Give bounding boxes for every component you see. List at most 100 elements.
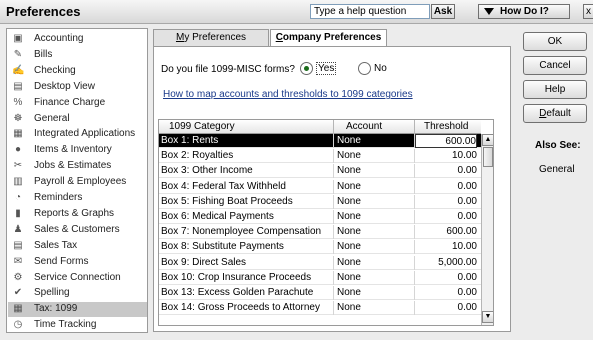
sidebar-item-reports-graphs[interactable]: ▮ Reports & Graphs bbox=[8, 207, 147, 222]
window-title: Preferences bbox=[6, 4, 81, 19]
table-row[interactable]: Box 9: Direct Sales None 5,000.00 bbox=[159, 255, 481, 270]
sidebar-item-sales-tax[interactable]: ▤ Sales Tax bbox=[8, 239, 147, 254]
cell-category[interactable]: Box 4: Federal Tax Withheld bbox=[159, 179, 334, 194]
cell-account[interactable]: None bbox=[334, 179, 415, 194]
cell-threshold[interactable]: 600.00 bbox=[415, 134, 477, 148]
finance-charge-icon: % bbox=[13, 96, 23, 108]
also-see-general-link[interactable]: General bbox=[539, 164, 575, 175]
sidebar-item-label: Accounting bbox=[34, 33, 84, 44]
map-accounts-link[interactable]: How to map accounts and thresholds to 10… bbox=[163, 89, 413, 100]
sidebar-item-label: Service Connection bbox=[34, 271, 121, 283]
sidebar-item-bills[interactable]: ✎ Bills bbox=[8, 48, 147, 63]
cell-category[interactable]: Box 2: Royalties bbox=[159, 149, 334, 164]
cell-category[interactable]: Box 13: Excess Golden Parachute bbox=[159, 286, 334, 300]
help-question-input[interactable]: Type a help question bbox=[310, 4, 430, 19]
sidebar-item-tax-1099[interactable]: ▦ Tax: 1099 bbox=[8, 302, 147, 318]
scroll-down-icon[interactable]: ▼ bbox=[482, 311, 493, 323]
table-row[interactable]: Box 5: Fishing Boat Proceeds None 0.00 bbox=[159, 194, 481, 209]
cell-account[interactable]: None bbox=[334, 286, 415, 300]
cell-threshold[interactable]: 600.00 bbox=[415, 225, 477, 239]
cell-account[interactable]: None bbox=[334, 240, 415, 255]
cell-category[interactable]: Box 7: Nonemployee Compensation bbox=[159, 225, 334, 240]
cell-account[interactable]: None bbox=[334, 225, 415, 240]
cell-threshold[interactable]: 0.00 bbox=[415, 210, 477, 224]
sidebar-item-general[interactable]: ☸ General bbox=[8, 112, 147, 127]
table-row[interactable]: Box 7: Nonemployee Compensation None 600.0… bbox=[159, 225, 481, 240]
cell-account[interactable]: None bbox=[334, 255, 415, 270]
cell-category[interactable]: Box 1: Rents bbox=[159, 134, 334, 148]
sidebar-item-finance-charge[interactable]: % Finance Charge bbox=[8, 96, 147, 111]
sidebar-item-send-forms[interactable]: ✉ Send Forms bbox=[8, 255, 147, 270]
sidebar-item-label: Reports & Graphs bbox=[34, 207, 115, 219]
cell-category[interactable]: Box 10: Crop Insurance Proceeds bbox=[159, 270, 334, 285]
table-row[interactable]: Box 2: Royalties None 10.00 bbox=[159, 149, 481, 164]
cell-category[interactable]: Box 14: Gross Proceeds to Attorney bbox=[159, 301, 334, 316]
reports-graphs-icon: ▮ bbox=[15, 207, 21, 219]
sidebar-item-desktop-view[interactable]: ▤ Desktop View bbox=[8, 80, 147, 95]
table-row[interactable]: Box 13: Excess Golden Parachute None 0.00 bbox=[159, 286, 481, 300]
table-scrollbar[interactable]: ▲ ▼ bbox=[481, 134, 493, 325]
sidebar-item-items-inventory[interactable]: ● Items & Inventory bbox=[8, 143, 147, 158]
1099-category-table: 1099 Category Account Threshold Box 1: R… bbox=[158, 119, 494, 326]
sidebar-item-checking[interactable]: ✍ Checking bbox=[8, 64, 147, 79]
sidebar-item-service-connection[interactable]: ⚙ Service Connection bbox=[8, 271, 147, 286]
cell-threshold[interactable]: 0.00 bbox=[415, 286, 477, 300]
cell-account[interactable]: None bbox=[334, 210, 415, 224]
sidebar-item-spelling[interactable]: ✔ Spelling bbox=[8, 286, 147, 301]
cell-category[interactable]: Box 5: Fishing Boat Proceeds bbox=[159, 194, 334, 209]
sidebar-item-time-tracking[interactable]: ◷ Time Tracking bbox=[8, 318, 147, 332]
how-do-i-label: How Do I? bbox=[500, 6, 549, 17]
cell-account[interactable]: None bbox=[334, 134, 415, 148]
how-do-i-button[interactable]: How Do I? bbox=[478, 4, 570, 19]
sidebar-item-accounting[interactable]: ▣ Accounting bbox=[8, 32, 147, 47]
header-account[interactable]: Account bbox=[334, 120, 415, 134]
title-bar: Preferences Type a help question Ask How… bbox=[0, 0, 593, 24]
cell-category[interactable]: Box 8: Substitute Payments bbox=[159, 240, 334, 255]
scroll-up-icon[interactable]: ▲ bbox=[482, 134, 493, 146]
sidebar-item-label: Reminders bbox=[34, 192, 83, 203]
sidebar-item-reminders[interactable]: ◔ Reminders bbox=[8, 191, 147, 206]
cell-threshold[interactable]: 0.00 bbox=[415, 301, 477, 315]
header-threshold[interactable]: Threshold bbox=[415, 120, 481, 134]
cell-account[interactable]: None bbox=[334, 270, 415, 285]
cell-threshold[interactable]: 0.00 bbox=[415, 195, 477, 209]
ok-button[interactable]: OK bbox=[523, 32, 587, 51]
ask-button[interactable]: Ask bbox=[431, 4, 455, 19]
default-button[interactable]: Default bbox=[523, 104, 587, 123]
cell-category[interactable]: Box 9: Direct Sales bbox=[159, 255, 334, 270]
sidebar-item-label: Payroll & Employees bbox=[34, 176, 127, 188]
cell-threshold[interactable]: 5,000.00 bbox=[415, 256, 477, 270]
table-row[interactable]: Box 1: Rents None 600.00 bbox=[159, 134, 481, 148]
cell-threshold[interactable]: 10.00 bbox=[415, 149, 477, 163]
table-row[interactable]: Box 4: Federal Tax Withheld None 0.00 bbox=[159, 179, 481, 194]
sidebar-item-payroll-employees[interactable]: ▥ Payroll & Employees bbox=[8, 175, 147, 190]
table-row[interactable]: Box 14: Gross Proceeds to Attorney None 0.… bbox=[159, 301, 481, 316]
sidebar-item-integrated-applications[interactable]: ▦ Integrated Applications bbox=[8, 127, 147, 142]
help-button[interactable]: Help bbox=[523, 80, 587, 99]
cell-account[interactable]: None bbox=[334, 301, 415, 316]
table-row[interactable]: Box 8: Substitute Payments None 10.00 bbox=[159, 240, 481, 255]
cell-threshold[interactable]: 0.00 bbox=[415, 164, 477, 178]
cell-category[interactable]: Box 3: Other Income bbox=[159, 164, 334, 179]
table-row[interactable]: Box 6: Medical Payments None 0.00 bbox=[159, 210, 481, 224]
cell-category[interactable]: Box 6: Medical Payments bbox=[159, 210, 334, 224]
table-row[interactable]: Box 3: Other Income None 0.00 bbox=[159, 164, 481, 179]
cell-account[interactable]: None bbox=[334, 194, 415, 209]
close-button[interactable]: x bbox=[583, 4, 593, 19]
table-row[interactable]: Box 10: Crop Insurance Proceeds None 0.00 bbox=[159, 270, 481, 285]
sidebar-item-jobs-estimates[interactable]: ✂ Jobs & Estimates bbox=[8, 159, 147, 174]
sidebar-item-sales-customers[interactable]: ♟ Sales & Customers bbox=[8, 223, 147, 238]
header-category[interactable]: 1099 Category bbox=[159, 120, 334, 134]
yes-radio[interactable] bbox=[300, 62, 313, 75]
cell-account[interactable]: None bbox=[334, 164, 415, 179]
tab-my-preferences[interactable]: My Preferences bbox=[153, 29, 269, 47]
cell-account[interactable]: None bbox=[334, 149, 415, 164]
bills-icon: ✎ bbox=[13, 48, 23, 60]
cancel-button[interactable]: Cancel bbox=[523, 56, 587, 75]
accounting-icon: ▣ bbox=[13, 33, 23, 44]
scroll-thumb[interactable] bbox=[483, 147, 493, 167]
cell-threshold[interactable]: 10.00 bbox=[415, 240, 477, 254]
cell-threshold[interactable]: 0.00 bbox=[415, 180, 477, 194]
no-radio[interactable] bbox=[358, 62, 371, 75]
cell-threshold[interactable]: 0.00 bbox=[415, 271, 477, 285]
